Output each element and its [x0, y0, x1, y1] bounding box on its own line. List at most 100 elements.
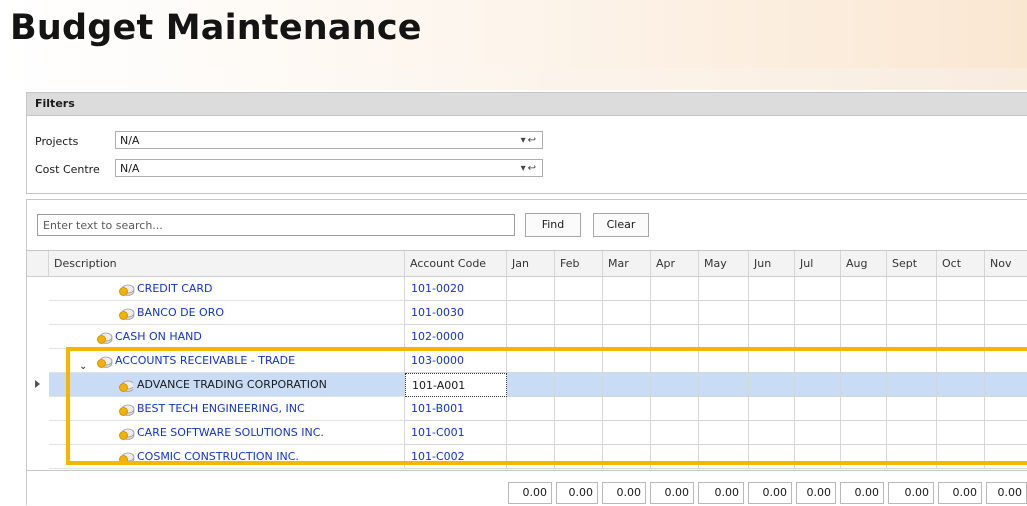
month-cell[interactable]: [985, 349, 1027, 373]
reset-icon[interactable]: ↩: [528, 135, 538, 146]
row-indicator[interactable]: [27, 445, 49, 469]
month-cell[interactable]: [841, 421, 887, 445]
month-cell[interactable]: [507, 397, 555, 421]
month-cell[interactable]: [985, 421, 1027, 445]
month-cell[interactable]: [937, 301, 985, 325]
chevron-down-icon[interactable]: ▾: [521, 135, 528, 146]
account-code-cell[interactable]: 101-A001: [405, 373, 507, 397]
description-cell[interactable]: CASH ON HAND: [49, 325, 405, 349]
description-cell[interactable]: COSMIC CONSTRUCTION INC.: [49, 445, 405, 469]
month-cell[interactable]: [699, 397, 749, 421]
column-header-jun[interactable]: Jun: [749, 251, 795, 277]
month-cell[interactable]: [841, 277, 887, 301]
month-cell[interactable]: [749, 373, 795, 397]
month-cell[interactable]: [887, 325, 937, 349]
chevron-down-icon[interactable]: ▾: [521, 163, 528, 174]
reset-icon[interactable]: ↩: [528, 163, 538, 174]
month-cell[interactable]: [887, 373, 937, 397]
account-code-cell[interactable]: 102-0000: [405, 325, 507, 349]
row-indicator[interactable]: [27, 277, 49, 301]
month-cell[interactable]: [749, 277, 795, 301]
table-row[interactable]: ⌄ ACCOUNTS RECEIVABLE - TRADE 103-0000: [27, 349, 1027, 373]
column-header-jan[interactable]: Jan: [507, 251, 555, 277]
table-row[interactable]: ADVANCE TRADING CORPORATION 101-A001: [27, 373, 1027, 397]
month-cell[interactable]: [795, 277, 841, 301]
month-cell[interactable]: [603, 421, 651, 445]
column-header-aug[interactable]: Aug: [841, 251, 887, 277]
month-cell[interactable]: [887, 445, 937, 469]
month-cell[interactable]: [795, 373, 841, 397]
month-cell[interactable]: [699, 325, 749, 349]
table-row[interactable]: BEST TECH ENGINEERING, INC 101-B001: [27, 397, 1027, 421]
month-cell[interactable]: [887, 349, 937, 373]
column-header-description[interactable]: Description: [49, 251, 405, 277]
month-cell[interactable]: [841, 325, 887, 349]
month-cell[interactable]: [555, 301, 603, 325]
month-cell[interactable]: [937, 397, 985, 421]
month-cell[interactable]: [507, 301, 555, 325]
month-cell[interactable]: [555, 397, 603, 421]
account-code-cell[interactable]: 101-B001: [405, 397, 507, 421]
account-code-cell[interactable]: 101-0030: [405, 301, 507, 325]
clear-button[interactable]: Clear: [593, 213, 649, 237]
chevron-down-icon[interactable]: ⌄: [79, 355, 87, 372]
month-cell[interactable]: [887, 301, 937, 325]
month-cell[interactable]: [795, 445, 841, 469]
month-cell[interactable]: [555, 373, 603, 397]
month-cell[interactable]: [749, 301, 795, 325]
month-cell[interactable]: [985, 325, 1027, 349]
month-cell[interactable]: [603, 277, 651, 301]
description-cell[interactable]: BANCO DE ORO: [49, 301, 405, 325]
month-cell[interactable]: [749, 397, 795, 421]
month-cell[interactable]: [651, 445, 699, 469]
description-cell[interactable]: ⌄ ACCOUNTS RECEIVABLE - TRADE: [49, 349, 405, 373]
column-header-feb[interactable]: Feb: [555, 251, 603, 277]
column-header-may[interactable]: May: [699, 251, 749, 277]
month-cell[interactable]: [985, 445, 1027, 469]
month-cell[interactable]: [795, 325, 841, 349]
account-code-cell[interactable]: 101-0020: [405, 277, 507, 301]
month-cell[interactable]: [699, 445, 749, 469]
month-cell[interactable]: [937, 349, 985, 373]
find-button[interactable]: Find: [525, 213, 581, 237]
table-row[interactable]: CARE SOFTWARE SOLUTIONS INC. 101-C001: [27, 421, 1027, 445]
month-cell[interactable]: [841, 397, 887, 421]
table-row[interactable]: CREDIT CARD 101-0020: [27, 277, 1027, 301]
month-cell[interactable]: [937, 277, 985, 301]
month-cell[interactable]: [651, 325, 699, 349]
column-header-oct[interactable]: Oct: [937, 251, 985, 277]
table-row[interactable]: BANCO DE ORO 101-0030: [27, 301, 1027, 325]
month-cell[interactable]: [699, 301, 749, 325]
month-cell[interactable]: [555, 445, 603, 469]
month-cell[interactable]: [603, 373, 651, 397]
month-cell[interactable]: [699, 277, 749, 301]
month-cell[interactable]: [699, 421, 749, 445]
month-cell[interactable]: [507, 325, 555, 349]
month-cell[interactable]: [651, 397, 699, 421]
month-cell[interactable]: [795, 301, 841, 325]
month-cell[interactable]: [937, 445, 985, 469]
month-cell[interactable]: [507, 445, 555, 469]
row-indicator[interactable]: [27, 349, 49, 373]
month-cell[interactable]: [555, 325, 603, 349]
month-cell[interactable]: [699, 349, 749, 373]
description-cell[interactable]: ADVANCE TRADING CORPORATION: [49, 373, 405, 397]
month-cell[interactable]: [555, 349, 603, 373]
month-cell[interactable]: [603, 397, 651, 421]
account-code-cell[interactable]: 101-C002: [405, 445, 507, 469]
month-cell[interactable]: [603, 301, 651, 325]
column-header-mar[interactable]: Mar: [603, 251, 651, 277]
month-cell[interactable]: [749, 445, 795, 469]
month-cell[interactable]: [651, 421, 699, 445]
month-cell[interactable]: [887, 397, 937, 421]
month-cell[interactable]: [651, 349, 699, 373]
month-cell[interactable]: [749, 421, 795, 445]
row-indicator[interactable]: [27, 301, 49, 325]
month-cell[interactable]: [749, 325, 795, 349]
month-cell[interactable]: [507, 349, 555, 373]
column-header-account-code[interactable]: Account Code: [405, 251, 507, 277]
column-header-apr[interactable]: Apr: [651, 251, 699, 277]
month-cell[interactable]: [887, 277, 937, 301]
month-cell[interactable]: [603, 445, 651, 469]
month-cell[interactable]: [507, 421, 555, 445]
